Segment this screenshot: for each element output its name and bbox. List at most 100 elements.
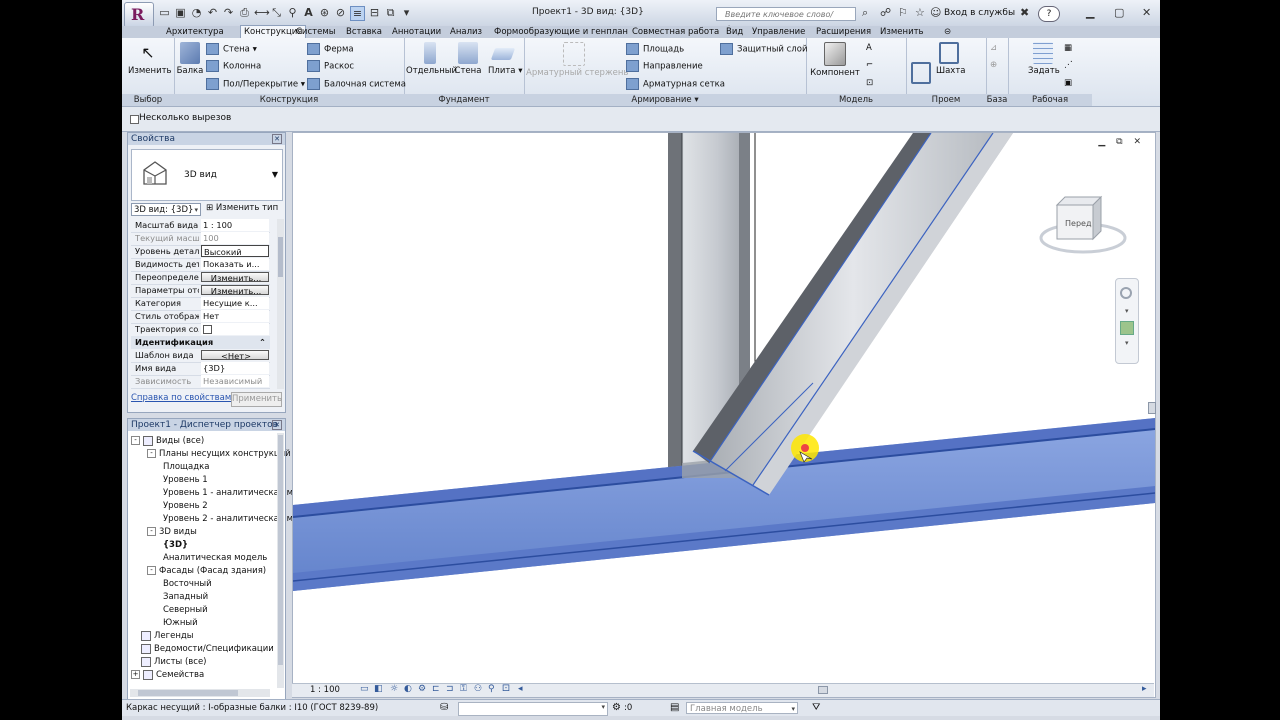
scrollbar-thumb[interactable] (818, 686, 828, 694)
tree-node[interactable]: Уровень 2 (163, 500, 208, 512)
property-value[interactable]: Высокий (201, 245, 269, 257)
tab-8[interactable]: Совместная работа (632, 26, 719, 38)
tree-node[interactable]: Листы (все) (131, 656, 207, 668)
fabric-button[interactable]: Арматурная сетка (626, 78, 725, 90)
property-row[interactable]: Текущий масштаб100 (131, 232, 270, 246)
multiple-cut-checkbox[interactable] (130, 115, 139, 124)
properties-help-link[interactable]: Справка по свойствам (131, 393, 231, 403)
show-crop-icon[interactable]: ⊐ (446, 685, 455, 694)
apply-button[interactable]: Применить (231, 392, 282, 407)
communication-center-icon[interactable]: ⚐ (898, 6, 908, 19)
detail-level-icon[interactable]: ▭ (360, 685, 369, 694)
collapse-icon[interactable]: - (147, 449, 156, 458)
property-row[interactable]: Траектория солнца (131, 323, 270, 337)
sign-in-button[interactable]: Вход в службы (944, 8, 1015, 18)
collapse-icon[interactable]: - (147, 566, 156, 575)
model-group-icon[interactable]: ⊡ (866, 78, 873, 88)
editing-requests-icon[interactable]: ⚙ (612, 702, 621, 713)
tree-node[interactable]: Уровень 1 (163, 474, 208, 486)
browser-horizontal-scrollbar[interactable] (130, 689, 270, 697)
property-row[interactable]: Категория Несущие к... (131, 297, 270, 311)
edit-type-button[interactable]: ⊞ Изменить тип (206, 203, 278, 213)
path-rebar-button[interactable]: Направление (626, 60, 703, 72)
wall-button[interactable]: Стена ▾ (206, 43, 257, 55)
beam-system-button[interactable]: Балочная система (307, 78, 406, 90)
ref-plane-icon[interactable]: ⋰ (1064, 60, 1073, 70)
tree-node[interactable]: - Виды (все) (131, 435, 204, 447)
crop-view-icon[interactable]: ⊏ (432, 685, 441, 694)
property-value[interactable] (201, 323, 269, 335)
close-icon[interactable]: ✕ (272, 420, 282, 430)
design-options-icon[interactable]: ▤ (670, 702, 679, 713)
print-icon[interactable]: ⎙ (238, 6, 251, 19)
tag-icon[interactable]: ⚲ (286, 6, 299, 19)
viewcube-front-label[interactable]: Перед (1065, 219, 1091, 228)
cover-button[interactable]: Защитный слой (720, 43, 807, 55)
tree-node[interactable]: - Фасады (Фасад здания) (147, 565, 266, 577)
model-line-icon[interactable]: ⌐ (866, 60, 873, 70)
tree-node[interactable]: Площадка (163, 461, 209, 473)
tree-node[interactable]: + Семейства (131, 669, 204, 681)
property-row[interactable]: Стиль отображенияНет (131, 310, 270, 324)
unlock-view-icon[interactable]: ⚿ (460, 685, 469, 694)
ribbon-minimize-toggle[interactable]: ⊝ (944, 26, 951, 38)
beam-button[interactable]: Балка (176, 42, 204, 76)
scrollbar-thumb[interactable] (278, 435, 283, 665)
tree-node[interactable]: -3D виды (147, 526, 197, 538)
scrollbar-thumb[interactable] (138, 690, 238, 696)
help-button[interactable]: ? (1038, 6, 1060, 22)
property-row[interactable]: Имя вида {3D} (131, 362, 270, 376)
instance-filter-dropdown[interactable]: 3D вид: {3D} ▾ (131, 203, 201, 216)
sync-icon[interactable]: ◔ (190, 6, 203, 19)
tab-3[interactable]: Системы (296, 26, 335, 38)
property-edit-button[interactable]: Изменить... (201, 285, 269, 295)
brace-button[interactable]: Раскос (307, 60, 354, 72)
show-workplane-icon[interactable]: ▦ (1064, 43, 1072, 53)
viewer-icon[interactable]: ▣ (1064, 78, 1072, 88)
property-row[interactable]: Параметры отображенияИзменить... (131, 284, 270, 298)
set-workplane-button[interactable]: Задать (1028, 42, 1060, 76)
property-row[interactable]: Масштаб вида 1 : 100 (131, 219, 270, 233)
undo-icon[interactable]: ↶ (206, 6, 219, 19)
chevron-down-icon[interactable]: ▾ (1125, 339, 1129, 347)
favorites-icon[interactable]: ☆ (915, 6, 925, 19)
tree-node[interactable]: Легенды (131, 630, 193, 642)
type-selector[interactable]: 3D вид ▼ (131, 149, 283, 201)
property-row[interactable]: Уровень детализацииВысокий (131, 245, 270, 259)
tab-10[interactable]: Управление (752, 26, 805, 38)
expand-icon[interactable]: + (131, 670, 140, 679)
truss-button[interactable]: Ферма (307, 43, 354, 55)
zoom-region-icon[interactable] (1120, 321, 1134, 335)
collapse-icon[interactable]: - (131, 436, 140, 445)
application-menu-button[interactable]: R (124, 2, 154, 28)
minimize-icon[interactable]: ▁ (1086, 6, 1094, 19)
tree-node[interactable]: Восточный (163, 578, 212, 590)
tree-node[interactable]: Северный (163, 604, 208, 616)
analytical-model-icon[interactable]: ⚀ (502, 685, 511, 694)
save-icon[interactable]: ▣ (174, 6, 187, 19)
close-hidden-icon[interactable]: ⊟ (368, 6, 381, 19)
viewport-vertical-scroll-thumb[interactable] (1148, 402, 1156, 414)
view-scale[interactable]: 1 : 100 (310, 685, 340, 695)
active-workset-dropdown[interactable]: ▾ (458, 702, 608, 716)
property-edit-button[interactable]: Изменить... (201, 272, 269, 282)
tab-12[interactable]: Изменить (880, 26, 924, 38)
model-text-icon[interactable]: A (866, 43, 872, 53)
view-window-controls[interactable]: ▁ ⧉ ✕ (1098, 137, 1145, 147)
browser-vertical-scrollbar[interactable] (277, 433, 284, 688)
tab-9[interactable]: Вид (726, 26, 743, 38)
text-icon[interactable]: A (302, 6, 315, 19)
subscription-icon[interactable]: ☍ (880, 6, 891, 19)
tab-11[interactable]: Расширения (816, 26, 871, 38)
tree-node[interactable]: Южный (163, 617, 198, 629)
search-icon[interactable]: ⌕ (862, 6, 868, 20)
dimension-icon[interactable]: ⤡ (270, 6, 283, 19)
isolated-foundation-button[interactable]: Отдельный (406, 42, 457, 76)
property-row[interactable]: ПереопределениеИзменить... (131, 271, 270, 285)
maximize-icon[interactable]: ▢ (1114, 6, 1124, 19)
level-icon[interactable]: ⊿ (990, 43, 997, 53)
collapse-icon[interactable]: - (147, 527, 156, 536)
worksets-icon[interactable]: ⛁ (440, 702, 448, 713)
property-row[interactable]: Зависимость Независимый (131, 375, 270, 389)
tree-node[interactable]: {3D} (163, 539, 188, 551)
